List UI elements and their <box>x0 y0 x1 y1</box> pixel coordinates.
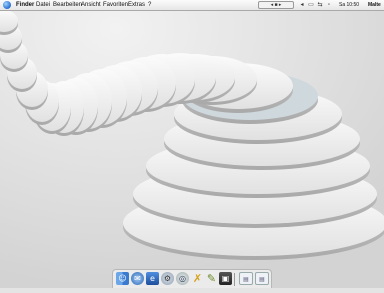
dock: ☺ ✉ e ⚙ ◎ ✗ ✎ ▣ ▤ ▤ <box>112 269 272 288</box>
menu-bearbeiten[interactable]: Bearbeiten <box>53 1 82 9</box>
menu-clock[interactable]: Sa 10:50 <box>339 1 359 9</box>
finder-icon[interactable]: ☺ <box>116 272 129 285</box>
sherlock-icon[interactable]: ◎ <box>176 272 189 285</box>
dock-separator <box>234 273 235 286</box>
speaker-icon[interactable]: ◂ <box>298 1 306 9</box>
window-minimized-icon[interactable]: ▤ <box>239 272 253 285</box>
mail-icon[interactable]: ✉ <box>131 272 144 285</box>
menu-bar: Finder Datei Bearbeiten Ansicht Favorite… <box>0 0 384 11</box>
system-preferences-icon[interactable]: ⚙ <box>161 272 174 285</box>
user-name[interactable]: Malte <box>368 1 381 9</box>
wallpaper-art <box>0 0 384 288</box>
monitor-icon[interactable]: ▫ <box>325 1 333 9</box>
menu-favoriten[interactable]: Favoriten <box>103 1 128 9</box>
imovie-icon[interactable]: ▣ <box>219 272 232 285</box>
menu-datei[interactable]: Datei <box>36 1 50 9</box>
media-controls[interactable]: ◂ ■ ▸ <box>258 1 294 9</box>
modem-icon[interactable]: ⇆ <box>316 1 324 9</box>
internet-explorer-icon[interactable]: e <box>146 272 159 285</box>
menu-ansicht[interactable]: Ansicht <box>81 1 101 9</box>
ichat-icon[interactable]: ✗ <box>191 272 204 285</box>
textedit-icon[interactable]: ✎ <box>205 272 218 285</box>
menu-help[interactable]: ? <box>148 1 151 9</box>
display-icon[interactable]: ▭ <box>307 1 315 9</box>
menu-finder[interactable]: Finder <box>16 1 34 9</box>
desktop-wallpaper <box>0 0 384 288</box>
window-minimized-icon[interactable]: ▤ <box>255 272 269 285</box>
apple-menu-icon[interactable] <box>3 1 11 9</box>
menu-extras[interactable]: Extras <box>128 1 145 9</box>
